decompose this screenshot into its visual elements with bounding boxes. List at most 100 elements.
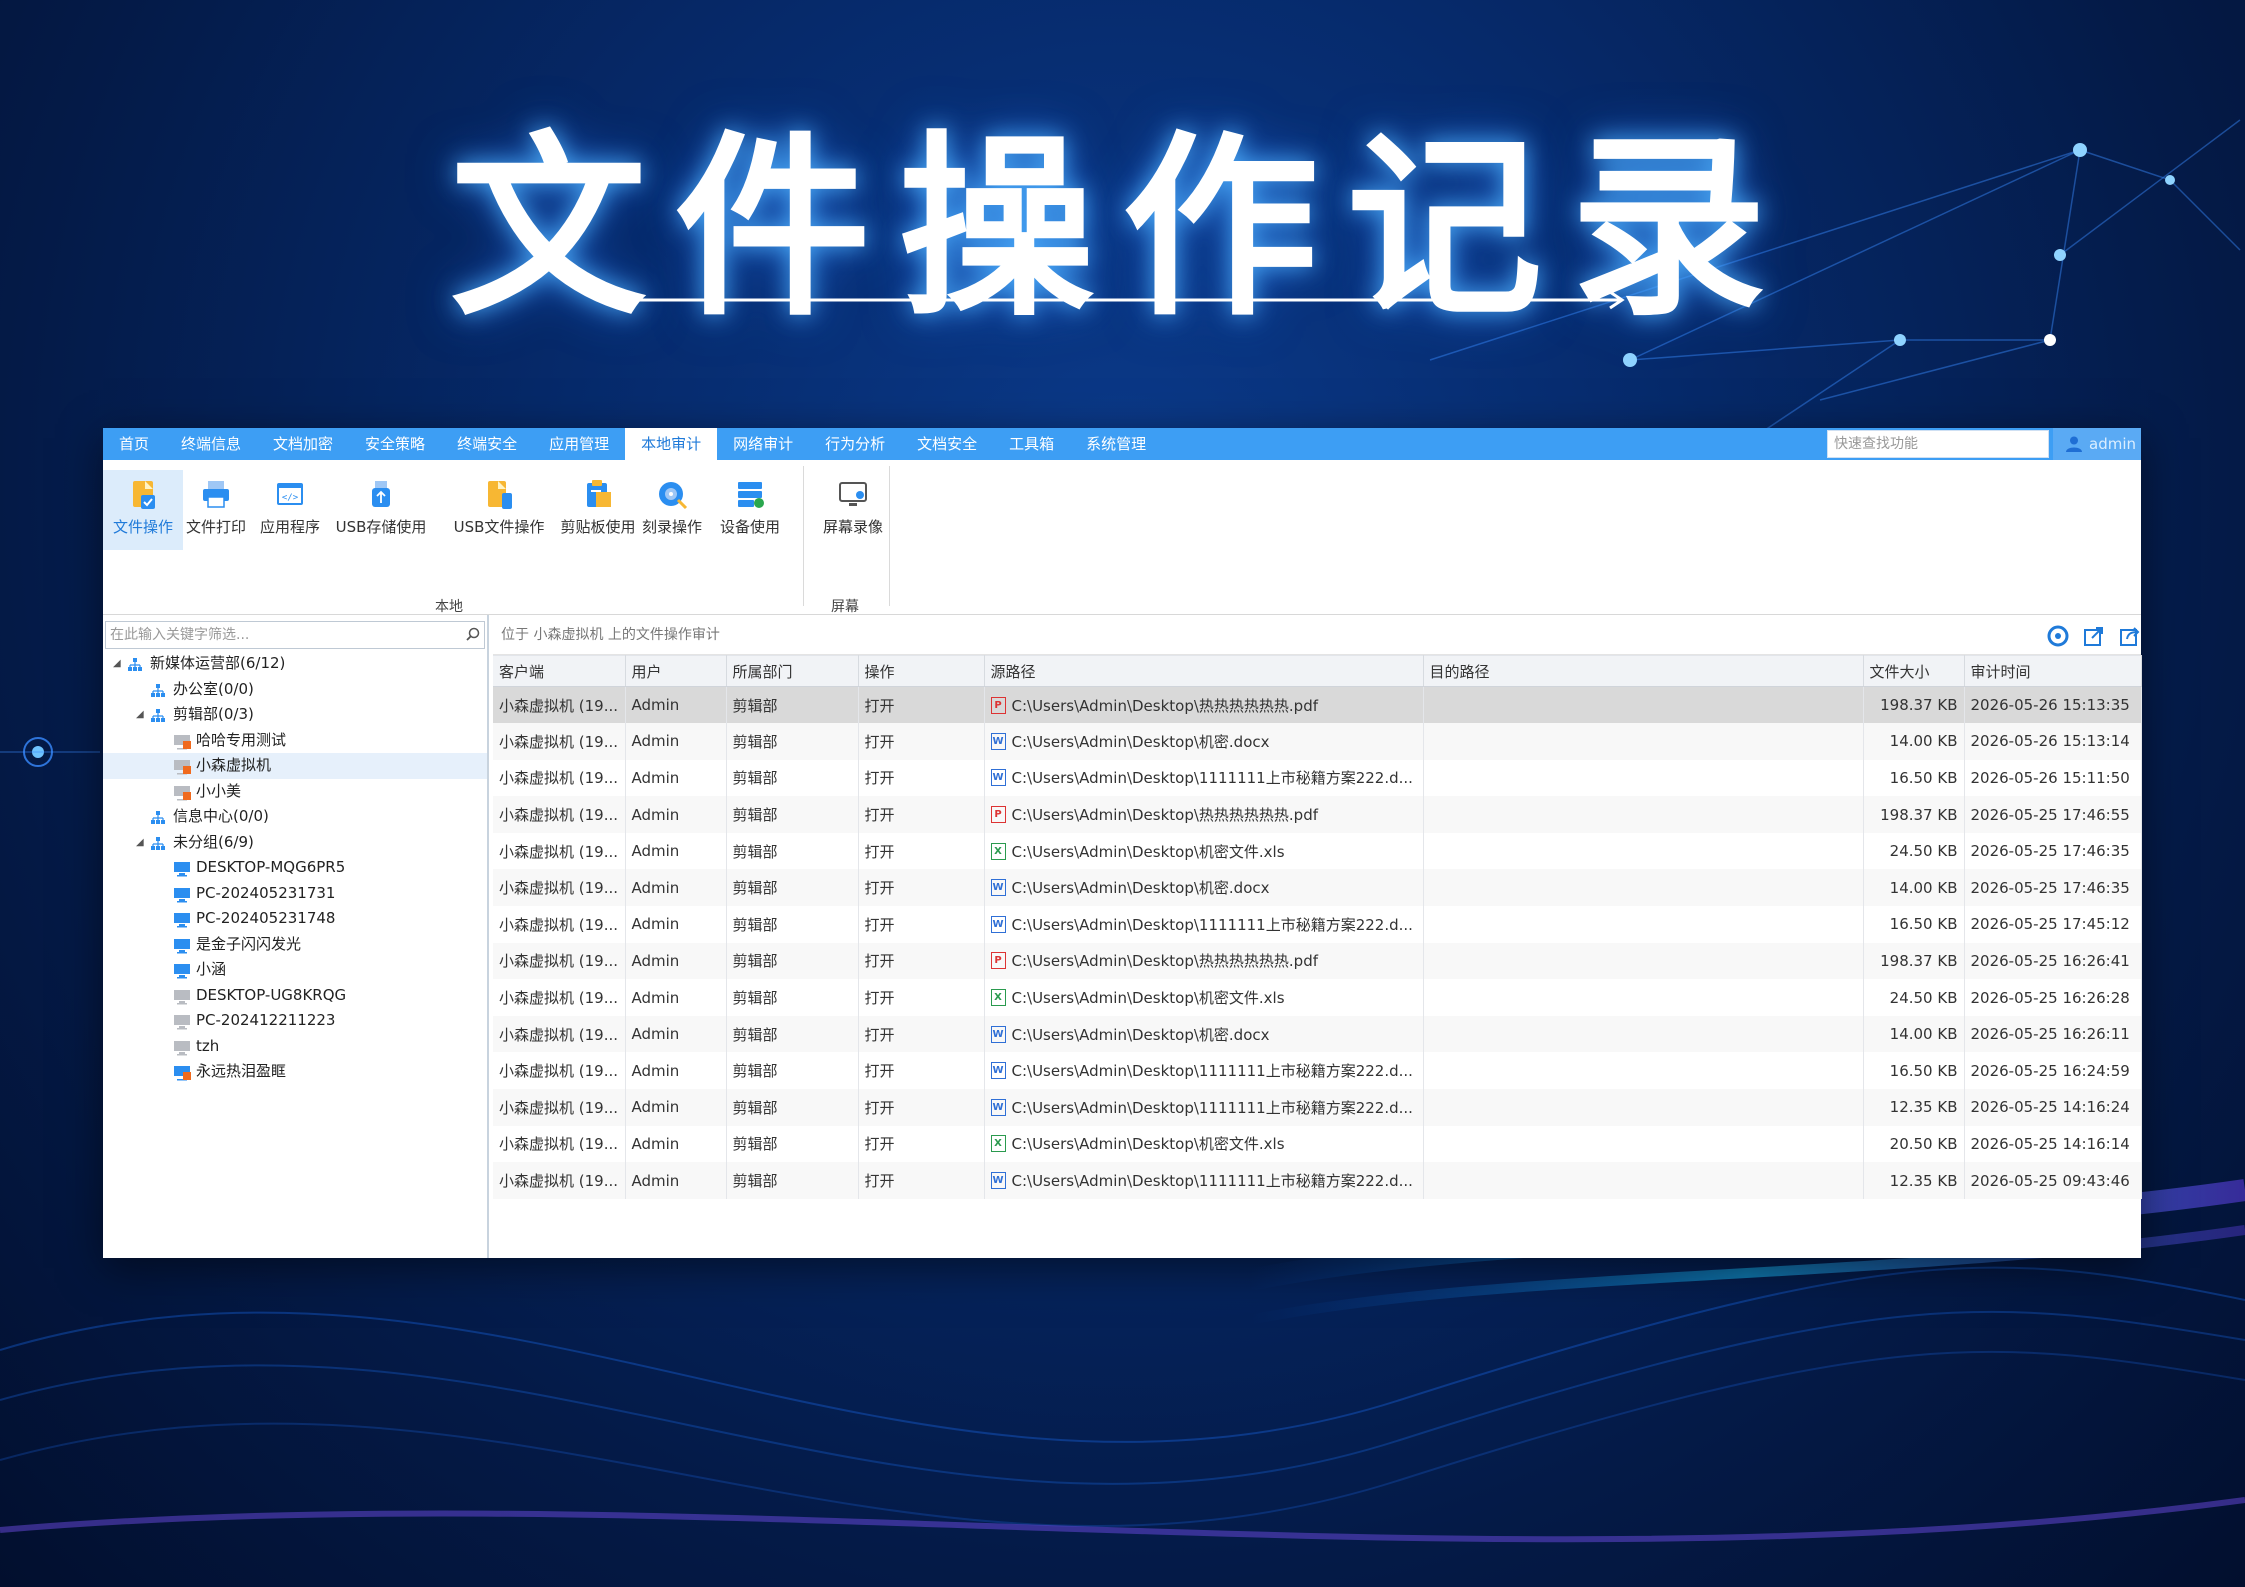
cell-operation: 打开 [858, 906, 985, 943]
docx-file-icon: W [990, 915, 1006, 933]
share-icon[interactable] [2119, 625, 2141, 647]
menu-item[interactable]: 文档加密 [257, 428, 349, 460]
menu-item[interactable]: 工具箱 [993, 428, 1070, 460]
table-row[interactable]: 小森虚拟机 (19... Admin 剪辑部 打开 W C:\Users\Admin\De… [493, 723, 2142, 760]
menu-item[interactable]: 首页 [103, 428, 165, 460]
table-row[interactable]: 小森虚拟机 (19... Admin 剪辑部 打开 W C:\Users\Admin\De… [493, 759, 2142, 797]
menu-item[interactable]: 行为分析 [809, 428, 901, 460]
cell-client: 小森虚拟机 (19... [493, 1125, 626, 1163]
source-path-text: C:\Users\Admin\Desktop\1111111上市秘籍方案222.… [1011, 1098, 1413, 1117]
ribbon-button[interactable]: 文件打印 [181, 470, 251, 550]
cell-user: Admin [625, 979, 727, 1016]
tree-group-node[interactable]: ◢ 剪辑部(0/3) [103, 702, 487, 728]
cell-client: 小森虚拟机 (19... [493, 906, 626, 943]
ribbon-button[interactable]: USB文件操作 [439, 470, 559, 550]
column-header[interactable]: 操作 [858, 655, 985, 687]
menu-item[interactable]: 网络审计 [717, 428, 809, 460]
column-header[interactable]: 目的路径 [1423, 655, 1864, 687]
cell-audit-time: 2026-05-25 16:24:59 [1964, 1052, 2142, 1090]
search-icon[interactable] [466, 627, 480, 641]
menu-item[interactable]: 本地审计 [625, 428, 718, 460]
tree-expand-toggle-icon[interactable]: ◢ [136, 702, 144, 728]
table-row[interactable]: 小森虚拟机 (19... Admin 剪辑部 打开 X C:\Users\Admin\De… [493, 1125, 2142, 1163]
user-menu[interactable]: admin [2053, 428, 2141, 460]
cell-department: 剪辑部 [726, 1015, 859, 1053]
tree-device-node[interactable]: 永远热泪盈眶 [103, 1059, 487, 1085]
table-row[interactable]: 小森虚拟机 (19... Admin 剪辑部 打开 W C:\Users\Admin\De… [493, 869, 2142, 907]
ribbon-button-label: 设备使用 [719, 518, 780, 536]
menu-item[interactable]: 终端信息 [165, 428, 257, 460]
ribbon-button[interactable]: 刻录操作 [636, 470, 708, 550]
ribbon-button[interactable]: 文件操作 [103, 470, 183, 550]
table-row[interactable]: 小森虚拟机 (19... Admin 剪辑部 打开 P C:\Users\Admin\De… [493, 942, 2142, 980]
menu-item[interactable]: 应用管理 [533, 428, 625, 460]
tree-group-node[interactable]: ◢ 新媒体运营部(6/12) [103, 651, 487, 677]
table-row[interactable]: 小森虚拟机 (19... Admin 剪辑部 打开 X C:\Users\Admin\De… [493, 832, 2142, 870]
export-icon[interactable] [2083, 625, 2105, 647]
column-header[interactable]: 文件大小 [1863, 655, 1965, 687]
table-row[interactable]: 小森虚拟机 (19... Admin 剪辑部 打开 W C:\Users\Admin\De… [493, 1052, 2142, 1090]
cell-file-size: 24.50 KB [1863, 832, 1965, 870]
cell-user: Admin [625, 759, 727, 797]
tree-node-label: 办公室(0/0) [173, 679, 254, 698]
ribbon-button[interactable]: 设备使用 [714, 470, 786, 550]
ribbon-button[interactable]: </> 应用程序 [255, 470, 325, 550]
table-row[interactable]: 小森虚拟机 (19... Admin 剪辑部 打开 P C:\Users\Admin\De… [493, 796, 2142, 833]
table-row[interactable]: 小森虚拟机 (19... Admin 剪辑部 打开 W C:\Users\Admin\De… [493, 906, 2142, 943]
cell-user: Admin [625, 1125, 727, 1163]
menu-item[interactable]: 系统管理 [1070, 428, 1162, 460]
tree-device-node[interactable]: 小涵 [103, 957, 487, 983]
tree-device-node[interactable]: 哈哈专用测试 [103, 728, 487, 754]
column-header[interactable]: 客户端 [493, 655, 626, 687]
ribbon-button[interactable]: 剪贴板使用 [559, 470, 637, 550]
tree-group-node[interactable]: 信息中心(0/0) [103, 804, 487, 830]
cell-user: Admin [625, 906, 727, 943]
table-row[interactable]: 小森虚拟机 (19... Admin 剪辑部 打开 W C:\Users\Admin\De… [493, 1162, 2142, 1199]
tree-device-node[interactable]: 小小美 [103, 779, 487, 805]
table-row[interactable]: 小森虚拟机 (19... Admin 剪辑部 打开 P C:\Users\Admin\De… [493, 686, 2142, 724]
menu-item[interactable]: 终端安全 [441, 428, 533, 460]
source-path-text: C:\Users\Admin\Desktop\机密文件.xls [1011, 842, 1285, 861]
tree-device-node[interactable]: DESKTOP-MQG6PR5 [103, 855, 487, 881]
tree-device-node[interactable]: 是金子闪闪发光 [103, 932, 487, 958]
cell-audit-time: 2026-05-26 15:11:50 [1964, 759, 2142, 797]
column-header[interactable]: 所属部门 [726, 655, 859, 687]
ribbon-button[interactable]: 屏幕录像 [813, 470, 893, 550]
cell-department: 剪辑部 [726, 906, 859, 943]
cell-user: Admin [625, 832, 727, 870]
column-header[interactable]: 源路径 [984, 655, 1424, 687]
table-row[interactable]: 小森虚拟机 (19... Admin 剪辑部 打开 W C:\Users\Admin\De… [493, 1015, 2142, 1053]
table-row[interactable]: 小森虚拟机 (19... Admin 剪辑部 打开 X C:\Users\Admin\De… [493, 979, 2142, 1016]
cell-dest-path [1423, 1052, 1864, 1090]
cell-user: Admin [625, 1089, 727, 1126]
menu-item[interactable]: 文档安全 [901, 428, 993, 460]
ribbon-button[interactable]: USB存储使用 [331, 470, 431, 550]
tree-group-node[interactable]: ◢ 未分组(6/9) [103, 830, 487, 856]
cell-audit-time: 2026-05-25 09:43:46 [1964, 1162, 2142, 1199]
source-path-text: C:\Users\Admin\Desktop\机密.docx [1011, 879, 1270, 898]
cell-user: Admin [625, 1052, 727, 1090]
tree-expand-toggle-icon[interactable]: ◢ [113, 651, 121, 677]
tree-expand-toggle-icon[interactable]: ◢ [136, 830, 144, 856]
refresh-icon[interactable] [2047, 625, 2069, 647]
source-path-text: C:\Users\Admin\Desktop\机密.docx [1011, 732, 1270, 751]
tree-group-node[interactable]: 办公室(0/0) [103, 677, 487, 703]
menu-item[interactable]: 安全策略 [349, 428, 441, 460]
tree-device-node[interactable]: 小森虚拟机 [103, 753, 487, 779]
cell-audit-time: 2026-05-25 17:46:35 [1964, 869, 2142, 907]
tree-device-node[interactable]: PC-202412211223 [103, 1008, 487, 1034]
column-header[interactable]: 审计时间 [1964, 655, 2142, 687]
table-row[interactable]: 小森虚拟机 (19... Admin 剪辑部 打开 W C:\Users\Admin\De… [493, 1089, 2142, 1126]
audit-panel: 位于 小森虚拟机 上的文件操作审计 客户端 用户 所属部门 操作 源路径 目的路… [493, 615, 2142, 1258]
tree-filter-input[interactable]: 在此输入关键字筛选... [105, 621, 485, 649]
tree-node-label: 小小美 [196, 781, 242, 800]
tree-device-node[interactable]: PC-202405231731 [103, 881, 487, 907]
tree-device-node[interactable]: PC-202405231748 [103, 906, 487, 932]
usb-storage-icon [372, 481, 390, 507]
tree-device-node[interactable]: tzh [103, 1034, 487, 1060]
tree-device-node[interactable]: DESKTOP-UG8KRQG [103, 983, 487, 1009]
column-header[interactable]: 用户 [625, 655, 727, 687]
ribbon-button-label: 屏幕录像 [822, 518, 883, 536]
quick-search-input[interactable]: 快速查找功能 [1827, 430, 2049, 458]
cell-operation: 打开 [858, 1052, 985, 1090]
